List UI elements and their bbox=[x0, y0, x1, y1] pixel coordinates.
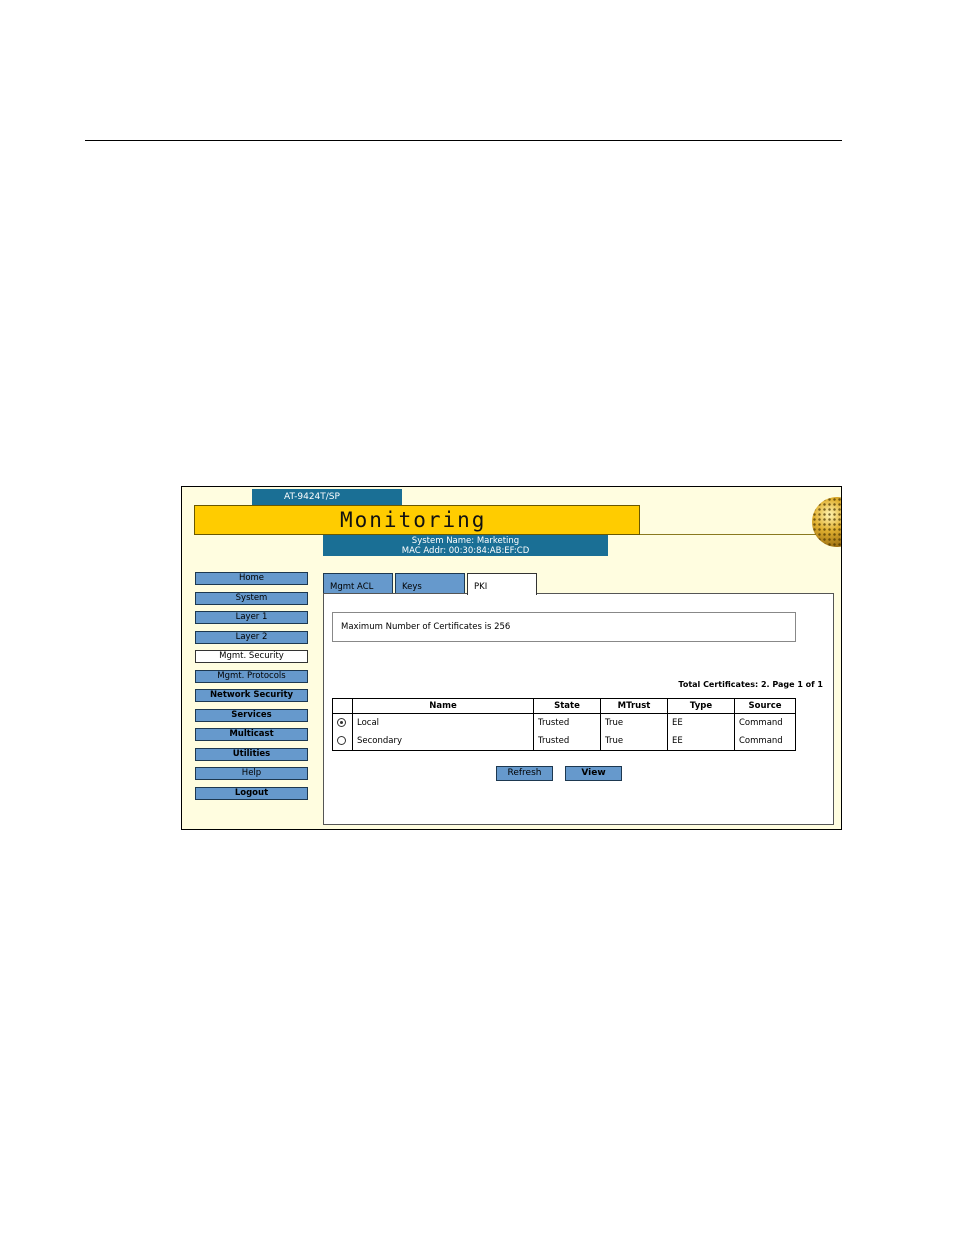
refresh-button[interactable]: Refresh bbox=[496, 766, 553, 781]
page-title: Monitoring bbox=[340, 508, 487, 532]
title-banner: Monitoring bbox=[194, 505, 640, 535]
cert-state: Trusted bbox=[533, 713, 601, 732]
cert-mtrust: True bbox=[600, 732, 668, 751]
cert-type: EE bbox=[667, 713, 735, 732]
radio-unselected-icon[interactable] bbox=[337, 736, 346, 745]
system-info: System Name: Marketing MAC Addr: 00:30:8… bbox=[323, 535, 608, 556]
column-header-name: Name bbox=[352, 698, 534, 714]
column-header-source: Source bbox=[734, 698, 796, 714]
cert-mtrust: True bbox=[600, 713, 668, 732]
nav-multicast-button[interactable]: Multicast bbox=[195, 728, 308, 741]
select-column-header bbox=[332, 698, 353, 714]
tab-mgmt-acl[interactable]: Mgmt ACL bbox=[323, 573, 393, 593]
page-divider bbox=[85, 140, 842, 141]
max-certificates-text: Maximum Number of Certificates is 256 bbox=[332, 612, 796, 642]
tab-pki[interactable]: PKI bbox=[467, 573, 537, 595]
nav-utilities-button[interactable]: Utilities bbox=[195, 747, 308, 761]
nav-services-button[interactable]: Services bbox=[195, 708, 308, 722]
certificates-table: Name State MTrust Type Source Local Trus… bbox=[332, 698, 796, 751]
row-select-cell[interactable] bbox=[332, 732, 353, 751]
view-button[interactable]: View bbox=[565, 766, 622, 781]
pki-content: Maximum Number of Certificates is 256 To… bbox=[323, 593, 834, 825]
globe-logo-icon bbox=[812, 497, 841, 547]
radio-selected-icon[interactable] bbox=[337, 718, 346, 727]
nav-help-button[interactable]: Help bbox=[195, 767, 308, 780]
column-header-type: Type bbox=[667, 698, 735, 714]
banner-divider bbox=[640, 534, 840, 535]
row-select-cell[interactable] bbox=[332, 713, 353, 732]
model-label: AT-9424T/SP bbox=[252, 489, 402, 505]
system-name: System Name: Marketing bbox=[411, 536, 520, 546]
nav-system-button[interactable]: System bbox=[195, 591, 308, 605]
monitoring-panel: AT-9424T/SP Monitoring System Name: Mark… bbox=[181, 486, 842, 830]
nav-layer2-button[interactable]: Layer 2 bbox=[195, 630, 308, 644]
nav-layer1-button[interactable]: Layer 1 bbox=[195, 611, 308, 624]
cert-source: Command bbox=[734, 713, 796, 732]
column-header-mtrust: MTrust bbox=[600, 698, 668, 714]
sidebar-nav: Home System Layer 1 Layer 2 Mgmt. Securi… bbox=[195, 572, 308, 806]
total-certificates-text: Total Certificates: 2. Page 1 of 1 bbox=[678, 680, 823, 689]
tab-keys[interactable]: Keys bbox=[395, 573, 465, 593]
nav-mgmt-security-button[interactable]: Mgmt. Security bbox=[195, 650, 308, 663]
nav-home-button[interactable]: Home bbox=[195, 572, 308, 585]
nav-mgmt-protocols-button[interactable]: Mgmt. Protocols bbox=[195, 669, 308, 683]
mac-address: MAC Addr: 00:30:84:AB:EF:CD bbox=[401, 546, 530, 556]
cert-name: Local bbox=[352, 713, 534, 732]
table-row[interactable]: Secondary Trusted True EE Command bbox=[332, 732, 796, 751]
cert-state: Trusted bbox=[533, 732, 601, 751]
cert-source: Command bbox=[734, 732, 796, 751]
table-row[interactable]: Local Trusted True EE Command bbox=[332, 713, 796, 732]
nav-logout-button[interactable]: Logout bbox=[195, 786, 308, 800]
cert-name: Secondary bbox=[352, 732, 534, 751]
nav-network-security-button[interactable]: Network Security bbox=[195, 689, 308, 702]
column-header-state: State bbox=[533, 698, 601, 714]
cert-type: EE bbox=[667, 732, 735, 751]
